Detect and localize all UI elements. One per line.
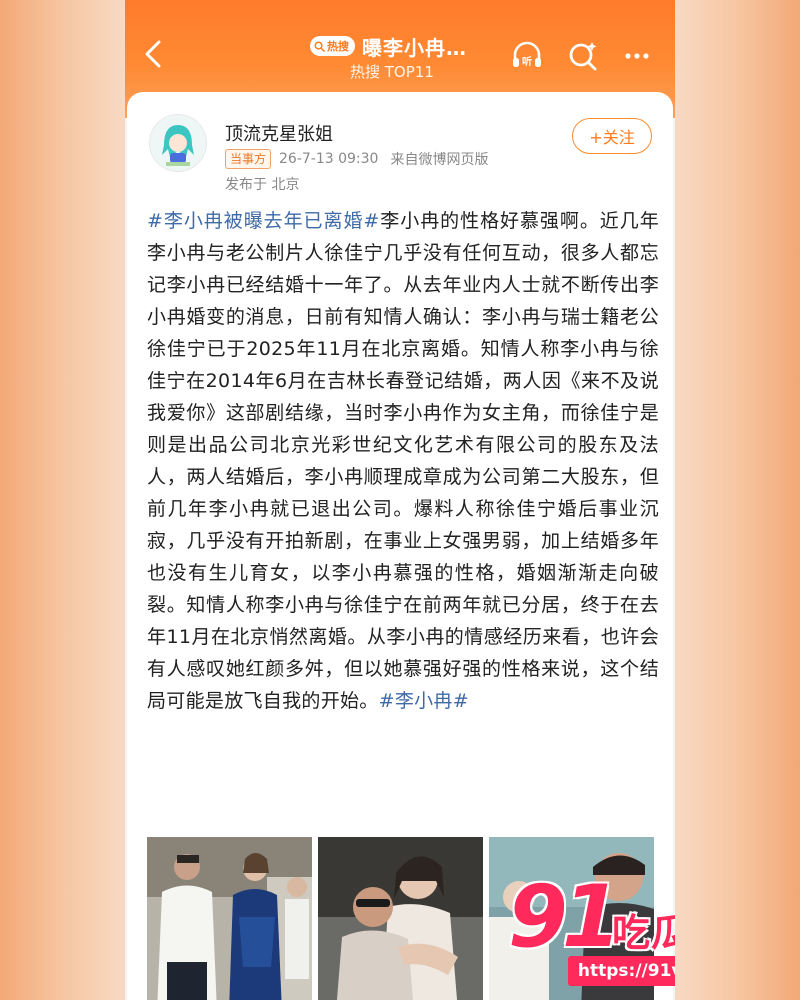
hashtag-link[interactable]: #李小冉被曝去年已离婚# [147,210,380,232]
more-icon[interactable] [619,38,655,74]
watermark-url: https://91vip16.com [568,956,675,986]
avatar-image [150,115,206,171]
search-title[interactable]: 热搜 曝李小冉… [310,31,467,61]
post-location: 发布于 北京 [225,177,300,193]
username[interactable]: 顶流克星张姐 [225,120,333,146]
refresh-search-icon[interactable] [565,38,601,74]
hashtag-link-end[interactable]: #李小冉# [379,690,469,712]
post-source: 来自微博网页版 [390,152,489,168]
watermark: 91 吃瓜中心 https://91vip16.com [508,872,675,992]
post-body: #李小冉被曝去年已离婚#李小冉的性格好慕强啊。近几年李小冉与老公制片人徐佳宁几乎… [147,205,659,717]
follow-button[interactable]: +关注 [572,118,652,154]
search-icon [314,41,325,52]
post-meta: 当事方 26-7-13 09:30 来自微博网页版 [225,149,488,169]
listen-icon[interactable]: 听 [509,38,545,74]
watermark-number: 91 [508,867,622,967]
svg-text:听: 听 [522,55,532,68]
phone-screen: 热搜 曝李小冉… 热搜 TOP11 听 顶流克星张姐 当事方 26-7-13 0… [125,0,675,1000]
photo-1[interactable] [147,837,312,1000]
status-badge: 当事方 [225,149,272,169]
hot-pill-label: 热搜 [327,40,349,53]
post-text: 李小冉的性格好慕强啊。近几年李小冉与老公制片人徐佳宁几乎没有任何互动，很多人都忘… [147,210,659,712]
hot-search-pill: 热搜 [310,36,355,56]
back-arrow-icon[interactable] [139,34,169,74]
post-date: 26-7-13 09:30 [279,151,379,167]
page-title: 曝李小冉… [362,35,467,60]
post-card: 顶流克星张姐 当事方 26-7-13 09:30 来自微博网页版 发布于 北京 … [127,92,673,1000]
watermark-name: 吃瓜中心 [612,911,675,955]
photo-2[interactable] [318,837,483,1000]
page-subtitle: 热搜 TOP11 [350,63,434,81]
avatar[interactable] [149,114,207,172]
